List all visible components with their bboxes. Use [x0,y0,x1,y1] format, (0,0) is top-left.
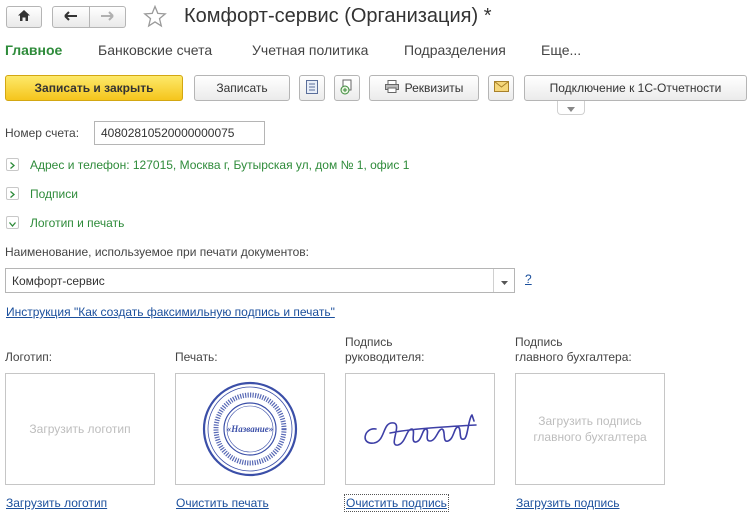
print-name-field[interactable]: Комфорт-сервис [5,268,515,293]
connect-1c-reporting-button[interactable]: Подключение к 1С-Отчетности [524,75,747,101]
account-number-value: 40802810520000000075 [101,126,235,140]
accountant-signature-title-line1: Подпись [515,335,563,349]
address-expander[interactable] [6,158,19,171]
details-button-label: Реквизиты [404,81,464,95]
logo-title: Логотип: [5,350,53,364]
accountant-signature-placeholder: Загрузить подпись главного бухгалтера [533,414,647,444]
print-name-label: Наименование, используемое при печати до… [5,245,309,259]
print-name-value: Комфорт-сервис [12,273,105,288]
collapse-handle[interactable] [557,101,585,115]
logo-placeholder: Загрузить логотип [29,422,131,436]
clear-signature-link[interactable]: Очистить подпись [344,494,449,512]
tab-more[interactable]: Еще... [541,42,581,58]
arrow-right-icon [100,10,114,24]
account-number-field[interactable]: 40802810520000000075 [94,121,265,145]
head-signature-title-line1: Подпись [345,335,393,349]
list-icon [306,79,318,97]
signatures-expander[interactable] [6,187,19,200]
upload-signature-link[interactable]: Загрузить подпись [516,496,620,510]
structure-button[interactable] [334,75,360,101]
stamp-title: Печать: [175,350,218,364]
stamp-image: «Название» [202,381,298,477]
dropdown-arrow-icon [501,274,508,288]
chevron-right-icon [10,158,15,172]
clear-stamp-link[interactable]: Очистить печать [176,496,269,510]
address-section-title[interactable]: Адрес и телефон: 127015, Москва г, Бутыр… [30,158,409,172]
signatures-section-title[interactable]: Подписи [30,187,78,201]
tab-bank-accounts[interactable]: Банковские счета [98,42,212,58]
chevron-down-icon [567,101,575,115]
accountant-signature-title-line2: главного бухгалтера: [515,350,632,364]
save-button[interactable]: Записать [194,75,290,101]
forward-button[interactable] [89,6,126,28]
favorite-star-icon[interactable] [143,4,167,31]
details-button[interactable]: Реквизиты [369,75,479,101]
stamp-center-text: «Название» [227,424,273,434]
save-and-close-button[interactable]: Записать и закрыть [5,75,183,101]
arrow-left-icon [64,10,78,24]
envelope-icon [493,81,509,95]
chevron-right-icon [10,187,15,201]
document-list-button[interactable] [299,75,325,101]
head-signature-image-box[interactable] [345,373,495,485]
tab-departments[interactable]: Подразделения [404,42,506,58]
printer-icon [384,80,399,96]
email-button[interactable] [488,75,514,101]
tab-main[interactable]: Главное [5,42,62,58]
accountant-signature-image-box[interactable]: Загрузить подпись главного бухгалтера [515,373,665,485]
account-number-label: Номер счета: [5,126,80,140]
instruction-link[interactable]: Инструкция "Как создать факсимильную под… [6,305,335,319]
tab-accounting-policy[interactable]: Учетная политика [252,42,368,58]
home-button[interactable] [6,6,42,28]
stamp-image-box[interactable]: «Название» [175,373,325,485]
structure-icon [339,79,355,98]
logo-stamp-section-title[interactable]: Логотип и печать [30,216,124,230]
head-signature-image [364,414,477,446]
logo-stamp-expander[interactable] [6,216,19,229]
help-link[interactable]: ? [525,272,532,286]
print-name-dropdown-button[interactable] [493,269,515,292]
chevron-down-icon [9,216,16,230]
head-signature-title-line2: руководителя: [345,350,425,364]
home-icon [17,9,31,25]
logo-image-box[interactable]: Загрузить логотип [5,373,155,485]
history-navigation [52,6,126,28]
back-button[interactable] [52,6,90,28]
page-title: Комфорт-сервис (Организация) * [184,5,492,27]
upload-logo-link[interactable]: Загрузить логотип [6,496,107,510]
